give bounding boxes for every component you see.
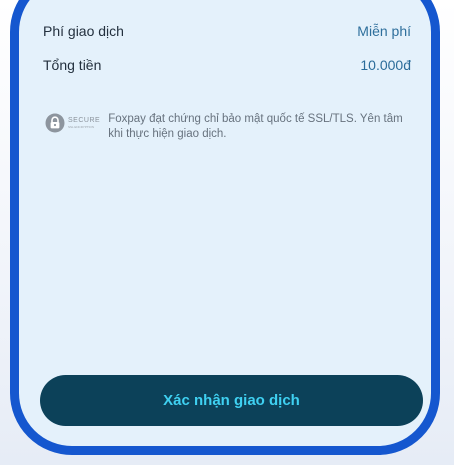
transaction-fee-value: Miễn phí [357,23,411,39]
confirm-transaction-button[interactable]: Xác nhận giao dịch [40,375,423,426]
transaction-fee-label: Phí giao dịch [43,23,124,39]
screen: Phí giao dịch Miễn phí Tổng tiền 10.000đ… [0,0,454,465]
security-message: Foxpay đạt chứng chỉ bảo mật quốc tế SSL… [108,113,403,140]
phone-frame: Phí giao dịch Miễn phí Tổng tiền 10.000đ… [10,0,440,455]
total-amount-row: Tổng tiền 10.000đ [43,57,411,73]
lock-icon [45,113,65,133]
secure-wordmark: SECURE SSL ENCRYPTION [68,117,100,129]
secure-wordmark-text: SECURE [68,117,101,124]
secure-badge: SECURE SSL ENCRYPTION [45,113,100,133]
secure-wordmark-subtext: SSL ENCRYPTION [68,125,95,129]
security-notice: SECURE SSL ENCRYPTION Foxpay đạt chứng c… [45,112,409,142]
total-amount-label: Tổng tiền [43,57,102,73]
total-amount-value: 10.000đ [360,57,411,73]
transaction-fee-row: Phí giao dịch Miễn phí [43,23,411,39]
